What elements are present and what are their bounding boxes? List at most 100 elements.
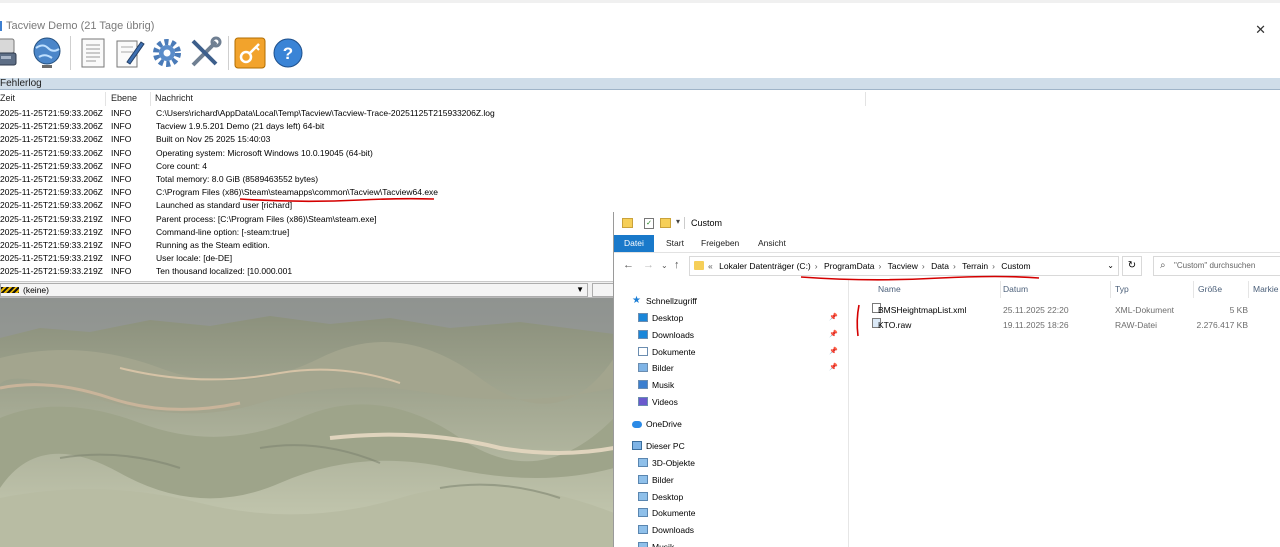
file-row[interactable]: BMSHeightmapList.xml 25.11.2025 22:20 XML-… — [857, 303, 1280, 317]
col-header-size[interactable]: Größe — [1198, 284, 1222, 294]
explorer-titlebar: ✓ ▾ Custom — [614, 212, 1280, 235]
col-header-date[interactable]: Datum — [1003, 284, 1028, 294]
properties-icon[interactable]: ✓ — [644, 218, 654, 229]
key-icon[interactable] — [233, 36, 267, 70]
toolbar-separator — [70, 36, 71, 70]
col-header-message[interactable]: Nachricht — [155, 93, 193, 103]
filter-selected-value: (keine) — [23, 285, 49, 295]
pin-icon[interactable]: 📌 — [829, 361, 838, 375]
column-divider — [105, 92, 106, 106]
column-divider — [865, 92, 866, 106]
nav-label: Desktop — [652, 491, 684, 502]
log-time: 2025-11-25T21:59:33.206Z — [0, 121, 103, 132]
log-message: Core count: 4 — [156, 160, 208, 171]
tab-freigeben[interactable]: Freigeben — [691, 235, 749, 252]
col-header-level[interactable]: Ebene — [111, 93, 137, 103]
chevron-right-icon[interactable]: › — [992, 261, 995, 271]
document-icon[interactable] — [76, 36, 110, 70]
documents-icon — [638, 346, 648, 356]
videos-icon — [638, 397, 648, 406]
log-level: INFO — [111, 160, 132, 171]
documents-icon — [638, 508, 648, 518]
wrench-screwdriver-icon[interactable] — [188, 36, 222, 70]
file-size: 2.276.417 KB — [1196, 320, 1248, 330]
terrain-3d-view[interactable] — [0, 298, 614, 547]
nav-label: Dieser PC — [646, 441, 685, 451]
tab-start[interactable]: Start — [656, 235, 694, 252]
table-row[interactable]: 2025-11-25T21:59:33.206Z INFO Core count: … — [0, 160, 865, 173]
chevron-down-icon[interactable]: ⌄ — [1107, 261, 1114, 270]
chevron-right-icon[interactable]: › — [879, 261, 882, 271]
forward-arrow-icon[interactable]: → — [643, 259, 654, 271]
log-level: INFO — [111, 226, 132, 237]
tab-datei[interactable]: Datei — [614, 235, 654, 252]
col-header-name[interactable]: Name — [878, 284, 901, 294]
nav-label: Dokumente — [652, 346, 696, 357]
table-row[interactable]: 2025-11-25T21:59:33.206Z INFO C:\Users\ric… — [0, 107, 865, 120]
quick-access-dropdown-icon[interactable]: ▾ — [676, 217, 680, 226]
explorer-window-title: Custom — [691, 218, 723, 228]
table-row[interactable]: 2025-11-25T21:59:33.206Z INFO Operating sy… — [0, 147, 865, 160]
file-row[interactable]: KTO.raw 19.11.2025 18:26 RAW-Datei 2.276.41… — [857, 318, 1280, 332]
tacview-toolbar: ? — [0, 33, 1280, 73]
breadcrumb: « Lokaler Datenträger (C:) › ProgramData ›… — [708, 257, 1035, 275]
log-level: INFO — [111, 253, 132, 264]
globe-icon[interactable] — [30, 36, 64, 70]
breadcrumb-tacview[interactable]: Tacview — [888, 261, 918, 271]
filter-dropdown[interactable]: (keine) ▼ — [0, 283, 588, 297]
nav-label: Bilder — [652, 474, 674, 485]
nav-label: Musik — [652, 380, 675, 391]
breadcrumb-overflow[interactable]: « — [708, 261, 713, 271]
log-level: INFO — [111, 147, 132, 158]
file-date: 19.11.2025 18:26 — [1003, 320, 1069, 330]
refresh-icon[interactable]: ↻ — [1122, 256, 1142, 276]
chevron-right-icon[interactable]: › — [815, 261, 818, 271]
pin-icon[interactable]: 📌 — [829, 328, 838, 342]
chevron-right-icon[interactable]: › — [922, 261, 925, 271]
pictures-icon — [638, 474, 648, 484]
log-time: 2025-11-25T21:59:33.206Z — [0, 200, 103, 211]
col-header-time[interactable]: Zeit — [0, 93, 15, 103]
col-header-tags[interactable]: Markie — [1253, 284, 1279, 294]
pictures-icon — [638, 363, 648, 373]
column-divider — [1110, 281, 1111, 298]
table-row[interactable]: 2025-11-25T21:59:33.206Z INFO Built on Nov… — [0, 133, 865, 146]
breadcrumb-programdata[interactable]: ProgramData — [824, 261, 875, 271]
pin-icon[interactable]: 📌 — [829, 345, 838, 359]
tacview-titlebar: Tacview Demo (21 Tage übrig) ✕ — [0, 3, 1280, 37]
title-separator — [684, 217, 685, 229]
star-icon: ★ — [632, 295, 641, 306]
cloud-icon — [632, 421, 642, 428]
col-header-type[interactable]: Typ — [1115, 284, 1129, 294]
tab-ansicht[interactable]: Ansicht — [748, 235, 796, 252]
table-row[interactable]: 2025-11-25T21:59:33.206Z INFO Launched as … — [0, 199, 865, 212]
log-level: INFO — [111, 266, 132, 277]
breadcrumb-custom[interactable]: Custom — [1001, 261, 1030, 271]
gear-icon[interactable] — [150, 36, 184, 70]
log-time: 2025-11-25T21:59:33.219Z — [0, 266, 103, 277]
back-arrow-icon[interactable]: ← — [623, 259, 634, 271]
address-bar[interactable]: « Lokaler Datenträger (C:) › ProgramData ›… — [689, 256, 1119, 276]
new-folder-icon[interactable] — [660, 218, 671, 228]
nav-label: Musik — [652, 542, 675, 547]
chevron-right-icon[interactable]: › — [953, 261, 956, 271]
table-row[interactable]: 2025-11-25T21:59:33.206Z INFO Tacview 1.9.… — [0, 120, 865, 133]
breadcrumb-data[interactable]: Data — [931, 261, 949, 271]
log-level: INFO — [111, 134, 132, 145]
table-row[interactable]: 2025-11-25T21:59:33.206Z INFO Total memory… — [0, 173, 865, 186]
help-icon[interactable]: ? — [271, 36, 305, 70]
up-arrow-icon[interactable]: ↑ — [674, 259, 680, 271]
table-row[interactable]: 2025-11-25T21:59:33.206Z INFO C:\Program F… — [0, 186, 865, 199]
breadcrumb-drive[interactable]: Lokaler Datenträger (C:) — [719, 261, 811, 271]
pencil-document-icon[interactable] — [113, 36, 147, 70]
column-divider — [1000, 281, 1001, 298]
search-input[interactable]: ⌕ "Custom" durchsuchen — [1153, 256, 1280, 276]
usb-drive-icon[interactable] — [0, 36, 28, 70]
download-icon — [638, 329, 648, 339]
pin-icon[interactable]: 📌 — [829, 311, 838, 325]
breadcrumb-terrain[interactable]: Terrain — [962, 261, 988, 271]
log-level: INFO — [111, 200, 132, 211]
recent-locations-chevron-icon[interactable]: ⌄ — [661, 261, 668, 270]
log-message: User locale: [de-DE] — [156, 253, 233, 264]
error-log-title: Fehlerlog — [0, 78, 42, 89]
